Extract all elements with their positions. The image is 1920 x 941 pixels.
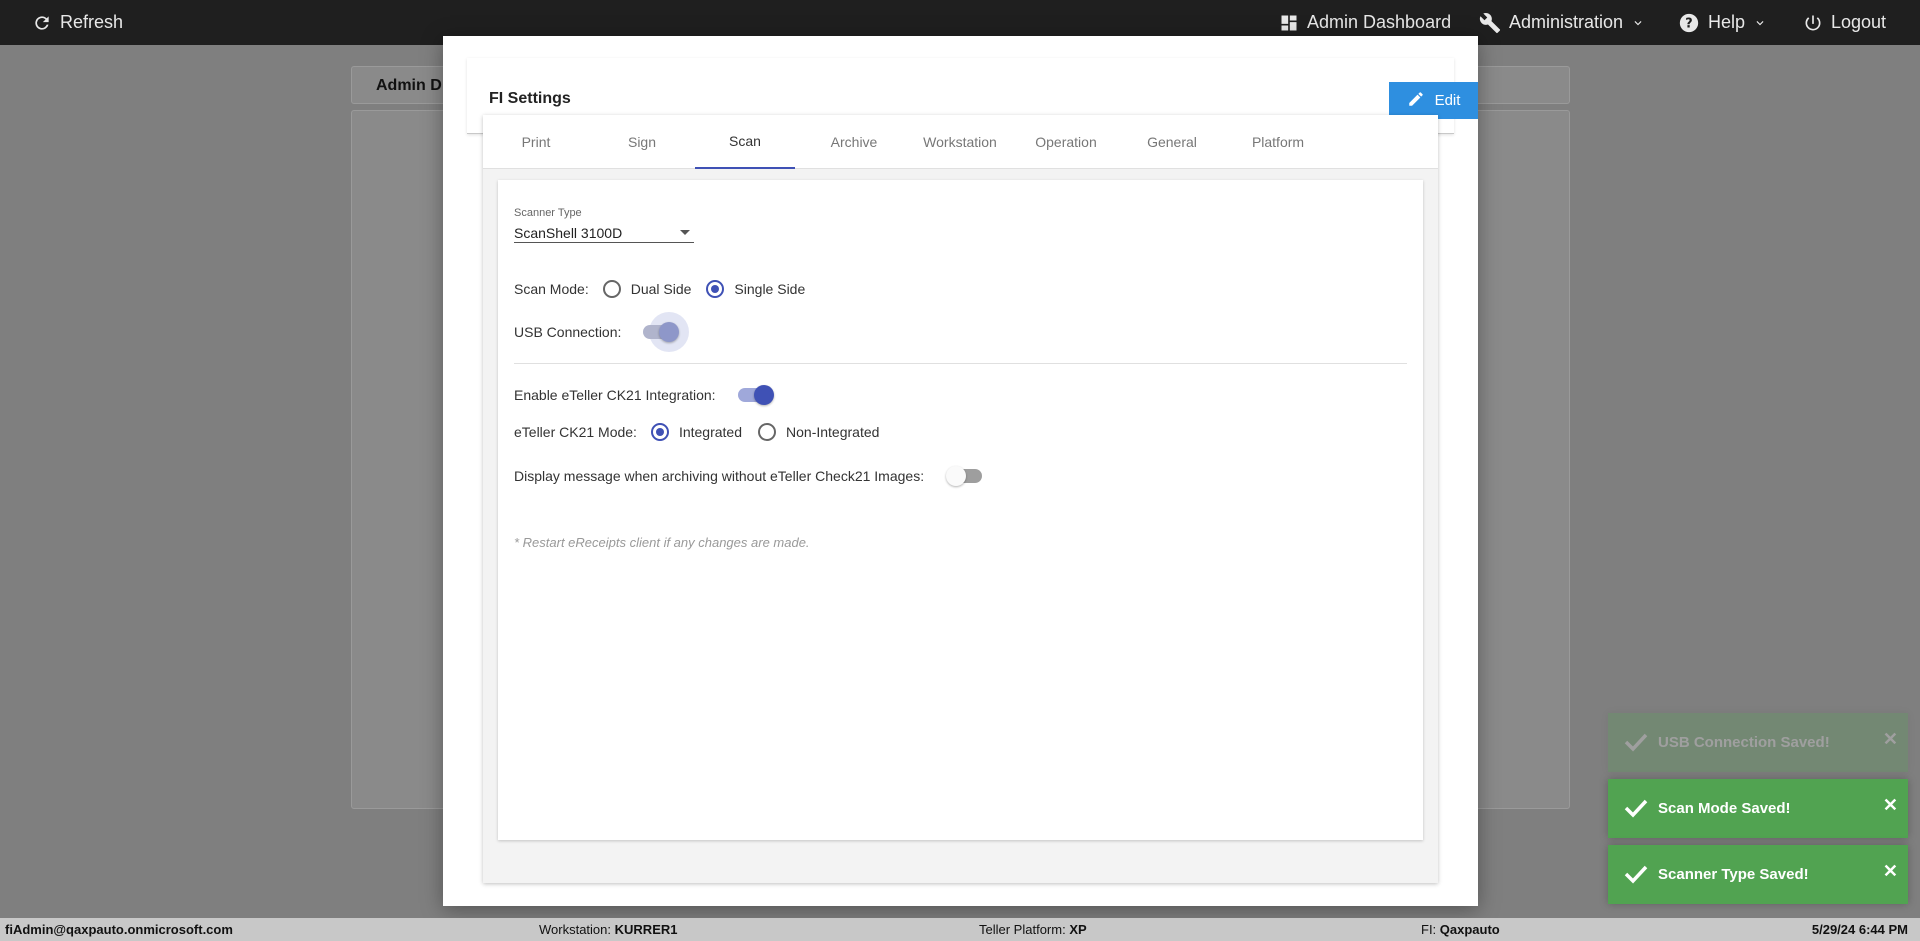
check-icon bbox=[1624, 798, 1648, 822]
scanner-type-select[interactable]: ScanShell 3100D bbox=[514, 223, 694, 243]
status-fi-value: Qaxpauto bbox=[1439, 922, 1500, 937]
background-tab-label: Admin D bbox=[376, 77, 442, 94]
refresh-button[interactable]: Refresh bbox=[32, 0, 123, 45]
ck21-integration-toggle[interactable] bbox=[737, 385, 774, 405]
ck21-mode-non-integrated-label: Non-Integrated bbox=[786, 424, 880, 440]
status-datetime: 5/29/24 6:44 PM bbox=[1811, 922, 1908, 937]
ck21-integration-row: Enable eTeller CK21 Integration: bbox=[514, 385, 774, 405]
logout-label: Logout bbox=[1831, 12, 1887, 32]
close-icon[interactable]: ✕ bbox=[1883, 729, 1898, 750]
status-fi-label: FI: bbox=[1421, 922, 1437, 937]
toast-scan-mode-saved: Scan Mode Saved! ✕ bbox=[1608, 779, 1908, 838]
section-divider bbox=[514, 363, 1407, 364]
edit-button[interactable]: Edit bbox=[1389, 82, 1478, 119]
ck21-mode-label: eTeller CK21 Mode: bbox=[514, 424, 637, 440]
toast-scanner-type-saved: Scanner Type Saved! ✕ bbox=[1608, 845, 1908, 904]
ck21-mode-row: eTeller CK21 Mode: Integrated Non-Integr… bbox=[514, 423, 879, 441]
display-message-toggle[interactable] bbox=[946, 466, 984, 486]
tab-sign[interactable]: Sign bbox=[589, 115, 695, 169]
administration-menu[interactable]: Administration bbox=[1479, 0, 1645, 45]
ck21-integration-label: Enable eTeller CK21 Integration: bbox=[514, 387, 716, 403]
pencil-icon bbox=[1407, 90, 1425, 112]
toast-message: Scan Mode Saved! bbox=[1658, 800, 1791, 817]
status-platform: Teller Platform: XP bbox=[979, 922, 1087, 937]
modal-title: FI Settings bbox=[489, 90, 571, 107]
ck21-mode-integrated-label: Integrated bbox=[678, 424, 743, 440]
check-icon bbox=[1624, 732, 1648, 756]
tab-archive[interactable]: Archive bbox=[801, 115, 907, 169]
power-icon bbox=[1803, 13, 1823, 33]
scan-settings-panel: Scanner Type ScanShell 3100D Scan Mode: … bbox=[498, 180, 1423, 840]
dropdown-caret-icon bbox=[680, 230, 690, 235]
toast-message: USB Connection Saved! bbox=[1658, 734, 1830, 751]
usb-connection-toggle[interactable] bbox=[643, 312, 690, 352]
help-label: Help bbox=[1708, 12, 1746, 32]
status-workstation: Workstation: KURRER1 bbox=[539, 922, 677, 937]
scanner-type-field: Scanner Type ScanShell 3100D bbox=[514, 207, 694, 243]
close-icon[interactable]: ✕ bbox=[1883, 861, 1898, 882]
settings-tabs-card: Print Sign Scan Archive Workstation Oper… bbox=[483, 115, 1438, 883]
status-user: fiAdmin@qaxpauto.onmicrosoft.com bbox=[5, 922, 233, 937]
wrench-icon bbox=[1479, 12, 1501, 34]
scan-mode-dual-side-radio[interactable] bbox=[602, 280, 621, 298]
tab-general[interactable]: General bbox=[1119, 115, 1225, 169]
fi-settings-modal: FI Settings Edit Print Sign Scan Archive… bbox=[443, 36, 1478, 906]
scan-mode-dual-side-label: Dual Side bbox=[630, 281, 692, 297]
scanner-type-value: ScanShell 3100D bbox=[514, 224, 623, 241]
display-message-label: Display message when archiving without e… bbox=[514, 468, 925, 484]
help-icon: ? bbox=[1678, 12, 1700, 34]
toggle-thumb bbox=[659, 322, 680, 342]
settings-tabbar: Print Sign Scan Archive Workstation Oper… bbox=[483, 115, 1438, 169]
status-fi: FI: Qaxpauto bbox=[1421, 922, 1500, 937]
status-workstation-label: Workstation: bbox=[539, 922, 612, 937]
tab-print[interactable]: Print bbox=[483, 115, 589, 169]
check-icon bbox=[1624, 864, 1648, 888]
refresh-label: Refresh bbox=[60, 12, 124, 32]
dashboard-icon bbox=[1279, 13, 1299, 33]
usb-connection-label: USB Connection: bbox=[514, 324, 622, 340]
display-message-row: Display message when archiving without e… bbox=[514, 466, 984, 486]
refresh-icon bbox=[32, 13, 52, 33]
close-icon[interactable]: ✕ bbox=[1883, 795, 1898, 816]
svg-text:?: ? bbox=[1685, 16, 1692, 31]
help-menu[interactable]: ? Help bbox=[1678, 0, 1767, 45]
administration-label: Administration bbox=[1509, 12, 1624, 32]
tab-workstation[interactable]: Workstation bbox=[907, 115, 1013, 169]
scanner-type-label: Scanner Type bbox=[514, 207, 582, 219]
usb-connection-row: USB Connection: bbox=[514, 312, 690, 352]
tab-platform[interactable]: Platform bbox=[1225, 115, 1331, 169]
chevron-down-icon bbox=[1631, 16, 1645, 30]
tab-operation[interactable]: Operation bbox=[1013, 115, 1119, 169]
toast-usb-connection-saved: USB Connection Saved! ✕ bbox=[1608, 713, 1908, 772]
tab-scan[interactable]: Scan bbox=[695, 115, 795, 169]
ck21-mode-integrated-radio[interactable] bbox=[650, 423, 669, 441]
edit-label: Edit bbox=[1434, 92, 1461, 109]
logout-button[interactable]: Logout bbox=[1803, 0, 1886, 45]
scan-mode-row: Scan Mode: Dual Side Single Side bbox=[514, 280, 805, 298]
chevron-down-icon bbox=[1753, 16, 1767, 30]
status-bar: fiAdmin@qaxpauto.onmicrosoft.com Worksta… bbox=[0, 918, 1920, 941]
status-workstation-value: KURRER1 bbox=[614, 922, 678, 937]
admin-dashboard-label: Admin Dashboard bbox=[1307, 12, 1452, 32]
status-platform-value: XP bbox=[1069, 922, 1087, 937]
toast-message: Scanner Type Saved! bbox=[1658, 866, 1809, 883]
scan-mode-single-side-radio[interactable] bbox=[706, 280, 725, 298]
ck21-mode-non-integrated-radio[interactable] bbox=[758, 423, 777, 441]
scan-mode-single-side-label: Single Side bbox=[734, 281, 806, 297]
toggle-thumb bbox=[753, 385, 774, 405]
scan-mode-label: Scan Mode: bbox=[514, 281, 589, 297]
restart-note: * Restart eReceipts client if any change… bbox=[514, 535, 810, 550]
status-platform-label: Teller Platform: bbox=[979, 922, 1066, 937]
toggle-thumb bbox=[946, 466, 967, 486]
